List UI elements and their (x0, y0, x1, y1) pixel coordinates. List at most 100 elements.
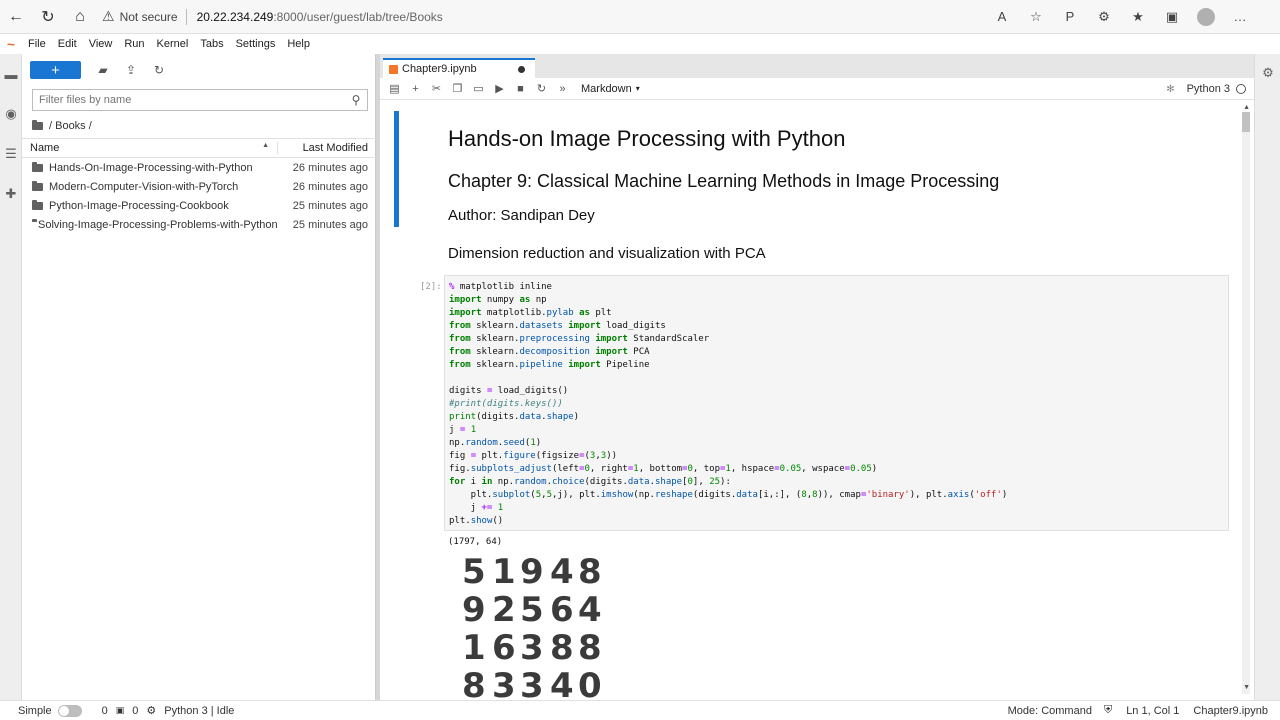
debugger-icon[interactable]: ✻ (1166, 84, 1174, 95)
extension-p-icon[interactable]: P (1054, 3, 1086, 31)
cell-type-label: Markdown (581, 82, 632, 95)
kernel-indicator[interactable]: ✻ Python 3 (1166, 78, 1246, 100)
menu-run[interactable]: Run (118, 34, 150, 54)
menu-tabs[interactable]: Tabs (194, 34, 229, 54)
notebook-toolbar: ▤ + ✂ ❐ ▭ ▶ ■ ↻ » Markdown ▾ (380, 78, 1254, 100)
svg-text:8: 8 (462, 666, 486, 700)
column-modified-header[interactable]: Last Modified (278, 142, 376, 154)
notebook-area: Chapter9.ipynb ▤ + ✂ ❐ ▭ ▶ ■ ↻ » Markdow… (380, 54, 1254, 700)
svg-text:8: 8 (578, 553, 602, 592)
scroll-up-icon[interactable]: ▲ (1243, 104, 1250, 111)
breadcrumb-path[interactable]: / Books / (49, 120, 92, 132)
scroll-down-icon[interactable]: ▼ (1243, 684, 1250, 691)
simple-mode-label: Simple (18, 704, 52, 717)
heading-section: Dimension reduction and visualization wi… (448, 245, 766, 262)
folder-icon (32, 161, 43, 172)
property-inspector-icon[interactable]: ⚙ (1255, 54, 1280, 92)
url-path: :8000/user/guest/lab/tree/Books (273, 9, 443, 24)
back-icon[interactable]: ← (0, 1, 32, 33)
unsaved-dot-icon[interactable] (518, 66, 525, 73)
folder-icon (32, 199, 43, 210)
run-all-icon[interactable]: » (552, 78, 573, 100)
file-modified: 25 minutes ago (292, 218, 368, 231)
collections-icon[interactable]: ▣ (1156, 3, 1188, 31)
upload-icon[interactable]: ⇪ (117, 60, 145, 80)
address-bar[interactable]: ⚠ Not secure 20.22.234.249 :8000/user/gu… (102, 4, 978, 30)
cursor-position[interactable]: Ln 1, Col 1 (1126, 705, 1179, 717)
notebook-icon (389, 64, 398, 74)
mode-indicator: Mode: Command (1007, 704, 1092, 717)
new-launcher-button[interactable]: + (30, 61, 81, 79)
home-icon[interactable]: ⌂ (64, 1, 96, 33)
copy-icon[interactable]: ❐ (447, 78, 468, 100)
menu-edit[interactable]: Edit (52, 34, 83, 54)
running-kernels-icon[interactable]: ◉ (0, 94, 22, 134)
favorites-icon[interactable]: ★ (1122, 3, 1154, 31)
sort-caret-icon: ▲ (262, 142, 269, 149)
menu-kernel[interactable]: Kernel (151, 34, 195, 54)
terminal-count[interactable]: 0 (102, 705, 108, 717)
scrollbar-thumb[interactable] (1242, 112, 1250, 132)
list-item[interactable]: Modern-Computer-Vision-with-PyTorch 26 m… (22, 177, 376, 196)
menu-view[interactable]: View (83, 34, 119, 54)
svg-text:3: 3 (520, 628, 544, 668)
svg-text:8: 8 (550, 628, 574, 668)
svg-text:3: 3 (492, 666, 516, 700)
svg-text:6: 6 (492, 628, 516, 668)
scrollbar[interactable] (1242, 112, 1250, 694)
list-item[interactable]: Hands-On-Image-Processing-with-Python 26… (22, 158, 376, 177)
column-name-header[interactable]: Name ▲ (22, 142, 278, 154)
column-name-label: Name (30, 142, 60, 154)
kernel-status-icon (1236, 84, 1246, 94)
svg-text:4: 4 (578, 590, 602, 630)
svg-text:1: 1 (492, 553, 516, 592)
favorite-star-icon[interactable]: ☆ (1020, 3, 1052, 31)
status-bar: Simple 0 ▣ 0 ⚙ Python 3 | Idle Mode: Com… (0, 700, 1280, 720)
filter-files: ⚲ (32, 89, 368, 111)
insert-cell-icon[interactable]: + (405, 78, 426, 100)
tab-chapter9[interactable]: Chapter9.ipynb (383, 58, 535, 78)
list-item[interactable]: Python-Image-Processing-Cookbook 25 minu… (22, 196, 376, 215)
file-modified: 26 minutes ago (292, 161, 368, 174)
kernel-status[interactable]: Python 3 | Idle (164, 705, 234, 717)
status-file-name: Chapter9.ipynb (1193, 704, 1268, 717)
cut-icon[interactable]: ✂ (426, 78, 447, 100)
run-icon[interactable]: ▶ (489, 78, 510, 100)
shield-icon[interactable]: ⛨ (1104, 704, 1112, 717)
filter-files-input[interactable] (33, 94, 345, 106)
read-aloud-icon[interactable]: A (986, 3, 1018, 31)
refresh-icon[interactable]: ↻ (145, 60, 173, 80)
folder-icon (32, 180, 43, 191)
code-editor[interactable]: % matplotlib inline import numpy as np i… (449, 281, 1007, 528)
menu-settings[interactable]: Settings (230, 34, 282, 54)
list-item[interactable]: Solving-Image-Processing-Problems-with-P… (22, 215, 376, 234)
kernel-count[interactable]: 0 (132, 705, 138, 717)
simple-mode-toggle[interactable] (57, 704, 82, 717)
svg-text:4: 4 (550, 666, 574, 700)
folder-icon (32, 120, 43, 130)
new-folder-icon[interactable]: ▰ (89, 60, 117, 80)
stop-icon[interactable]: ■ (510, 78, 531, 100)
breadcrumb[interactable]: / Books / (32, 118, 92, 134)
terminal-icon: ▣ (115, 705, 125, 715)
paste-icon[interactable]: ▭ (468, 78, 489, 100)
cell-type-select[interactable]: Markdown ▾ (581, 83, 640, 95)
profile-icon[interactable] (1190, 3, 1222, 31)
reload-icon[interactable]: ↻ (32, 1, 64, 33)
save-icon[interactable]: ▤ (384, 78, 405, 100)
extensions-icon[interactable]: ⚙ (1088, 3, 1120, 31)
code-cell[interactable]: % matplotlib inline import numpy as np i… (444, 275, 1229, 531)
more-icon[interactable]: … (1224, 3, 1256, 31)
extension-manager-icon[interactable]: ✚ (0, 174, 22, 214)
table-of-contents-icon[interactable]: ☰ (0, 134, 22, 174)
menu-file[interactable]: File (22, 34, 52, 54)
file-browser-icon[interactable]: ▬ (0, 54, 22, 94)
heading-author: Author: Sandipan Dey (448, 207, 595, 224)
left-activity-bar: ▬ ◉ ☰ ✚ (0, 54, 22, 700)
restart-icon[interactable]: ↻ (531, 78, 552, 100)
browser-toolbar: ← ↻ ⌂ ⚠ Not secure 20.22.234.249 :8000/u… (0, 0, 1280, 34)
file-name: Hands-On-Image-Processing-with-Python (49, 161, 253, 174)
execution-prompt: [2]: (420, 282, 442, 292)
menu-help[interactable]: Help (281, 34, 316, 54)
svg-text:8: 8 (578, 628, 602, 668)
